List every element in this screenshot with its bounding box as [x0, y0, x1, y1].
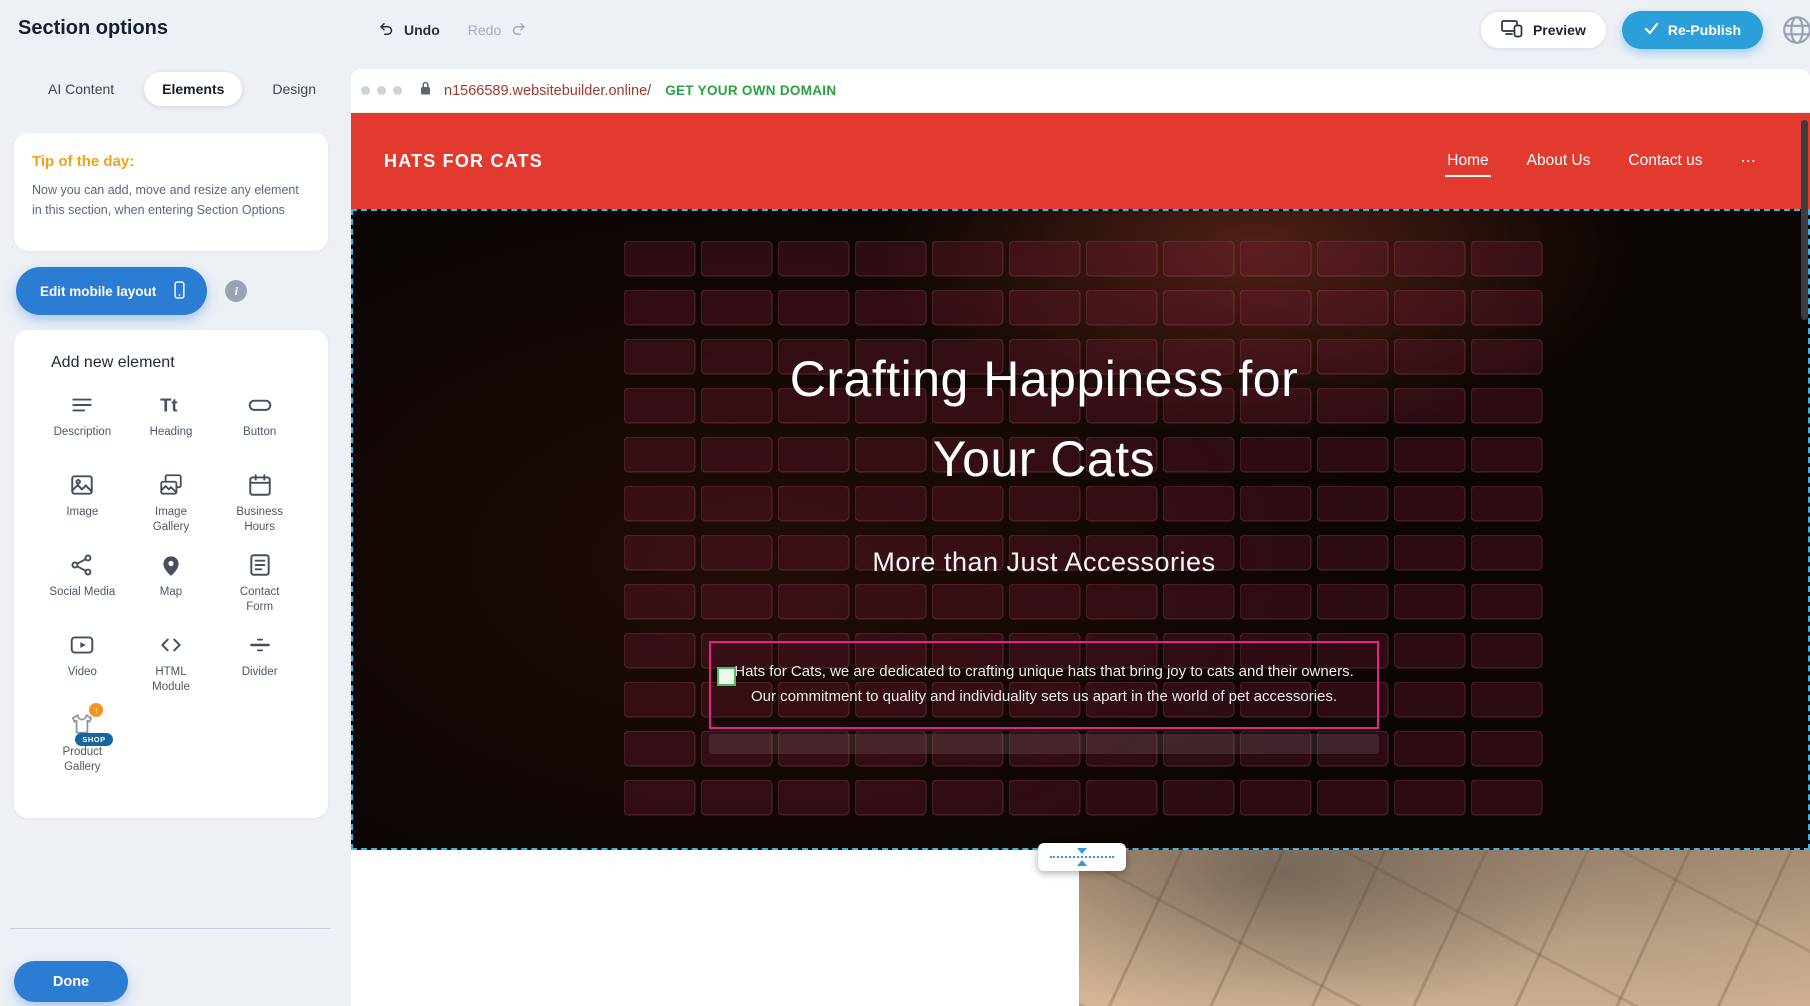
- pavement-image: [1079, 850, 1810, 1006]
- tip-title: Tip of the day:: [32, 153, 310, 170]
- tab-ai-content[interactable]: AI Content: [30, 72, 132, 106]
- page-title: Section options: [18, 17, 168, 40]
- video-icon: [69, 630, 95, 660]
- hero-paragraph-line1: Hats for Cats, we are dedicated to craft…: [734, 660, 1354, 685]
- element-map[interactable]: Map: [127, 540, 216, 620]
- section-options-panel: AI Content Elements Design Tip of the da…: [0, 60, 351, 1006]
- image-icon: [69, 470, 95, 500]
- site-header: HATS FOR CATS Home About Us Contact us ⋯: [351, 113, 1810, 209]
- element-html-module[interactable]: HTML Module: [127, 620, 216, 700]
- undo-redo-group: Undo Redo: [378, 0, 527, 60]
- arrow-up-icon: [1077, 860, 1087, 866]
- svg-text:Tt: Tt: [160, 395, 177, 416]
- redo-icon: [509, 20, 527, 41]
- next-section: [351, 850, 1810, 1006]
- element-contact-form[interactable]: Contact Form: [215, 540, 304, 620]
- site-url[interactable]: n1566589.websitebuilder.online/: [444, 83, 651, 99]
- add-element-title: Add new element: [51, 354, 304, 372]
- nav-about-us[interactable]: About Us: [1525, 145, 1593, 177]
- preview-button[interactable]: Preview: [1480, 11, 1607, 49]
- element-grid: Description Tt Heading Button Image Imag…: [38, 380, 304, 780]
- nav-contact-us[interactable]: Contact us: [1626, 145, 1704, 177]
- element-business-hours[interactable]: Business Hours: [215, 460, 304, 540]
- nav-home[interactable]: Home: [1445, 145, 1490, 177]
- site-nav: Home About Us Contact us ⋯: [1445, 145, 1758, 178]
- selected-text-element[interactable]: Hats for Cats, we are dedicated to craft…: [709, 641, 1379, 729]
- done-button[interactable]: Done: [14, 961, 128, 1002]
- dotted-line: [1050, 856, 1114, 858]
- phone-icon: [170, 279, 189, 304]
- section-height-resize-handle[interactable]: [1038, 843, 1126, 871]
- element-social-media[interactable]: Social Media: [38, 540, 127, 620]
- window-dots-icon: [361, 86, 402, 95]
- check-icon: [1644, 22, 1659, 38]
- code-icon: [158, 630, 184, 660]
- undo-button[interactable]: Undo: [378, 20, 440, 41]
- description-icon: [69, 390, 95, 420]
- element-description[interactable]: Description: [38, 380, 127, 460]
- language-globe-icon[interactable]: [1778, 11, 1810, 49]
- site-preview: HATS FOR CATS Home About Us Contact us ⋯: [351, 113, 1810, 1006]
- app-window: Section options Undo Redo Preview Re-Pub…: [0, 0, 1810, 1006]
- lock-icon: [418, 80, 433, 102]
- element-image-gallery[interactable]: Image Gallery: [127, 460, 216, 540]
- social-media-icon: [69, 550, 95, 580]
- browser-chrome: n1566589.websitebuilder.online/ GET YOUR…: [351, 69, 1810, 113]
- ghost-element-placeholder: [709, 734, 1379, 754]
- element-product-gallery[interactable]: ↑ SHOP Product Gallery: [38, 700, 127, 780]
- heading-icon: Tt: [158, 390, 184, 420]
- element-video[interactable]: Video: [38, 620, 127, 700]
- map-pin-icon: [158, 550, 184, 580]
- nav-more-icon[interactable]: ⋯: [1739, 145, 1759, 178]
- scrollbar-thumb[interactable]: [1801, 120, 1808, 320]
- get-domain-link[interactable]: GET YOUR OWN DOMAIN: [665, 83, 836, 98]
- undo-icon: [378, 20, 396, 41]
- republish-button[interactable]: Re-Publish: [1622, 11, 1763, 49]
- hero-content: Crafting Happiness for Your Cats More th…: [694, 211, 1394, 848]
- divider-icon: [247, 630, 273, 660]
- preview-devices-icon: [1501, 19, 1523, 41]
- mobile-layout-row: Edit mobile layout i: [16, 267, 247, 315]
- arrow-down-icon: [1077, 848, 1087, 854]
- tip-of-the-day-card: Tip of the day: Now you can add, move an…: [14, 133, 328, 251]
- tab-design[interactable]: Design: [254, 72, 334, 106]
- resize-handle-icon[interactable]: [717, 667, 736, 686]
- panel-tabs: AI Content Elements Design: [0, 60, 351, 106]
- hero-section-selected[interactable]: Crafting Happiness for Your Cats More th…: [351, 209, 1810, 850]
- upgrade-badge-icon: ↑: [89, 703, 103, 717]
- button-icon: [247, 390, 273, 420]
- tab-elements[interactable]: Elements: [144, 72, 242, 106]
- contact-form-icon: [247, 550, 273, 580]
- element-divider[interactable]: Divider: [215, 620, 304, 700]
- image-gallery-icon: [158, 470, 184, 500]
- edit-mobile-layout-button[interactable]: Edit mobile layout: [16, 267, 207, 315]
- site-logo[interactable]: HATS FOR CATS: [384, 151, 543, 172]
- business-hours-icon: [247, 470, 273, 500]
- sidebar-divider: [10, 928, 331, 929]
- topbar: Section options Undo Redo Preview Re-Pub…: [0, 0, 1810, 60]
- shop-badge: SHOP: [75, 733, 112, 746]
- info-icon[interactable]: i: [225, 280, 247, 302]
- hero-subtitle[interactable]: More than Just Accessories: [694, 547, 1394, 578]
- element-image[interactable]: Image: [38, 460, 127, 540]
- redo-button[interactable]: Redo: [468, 20, 527, 41]
- tip-body: Now you can add, move and resize any ele…: [32, 180, 310, 220]
- hero-title[interactable]: Crafting Happiness for Your Cats: [734, 339, 1354, 499]
- editor-canvas: n1566589.websitebuilder.online/ GET YOUR…: [351, 60, 1810, 1006]
- topbar-actions: Preview Re-Publish: [1480, 11, 1810, 49]
- element-heading[interactable]: Tt Heading: [127, 380, 216, 460]
- product-gallery-icon: ↑ SHOP: [69, 710, 95, 740]
- add-element-card: Add new element Description Tt Heading B…: [14, 330, 328, 818]
- element-button[interactable]: Button: [215, 380, 304, 460]
- hero-paragraph-line2: Our commitment to quality and individual…: [751, 685, 1337, 710]
